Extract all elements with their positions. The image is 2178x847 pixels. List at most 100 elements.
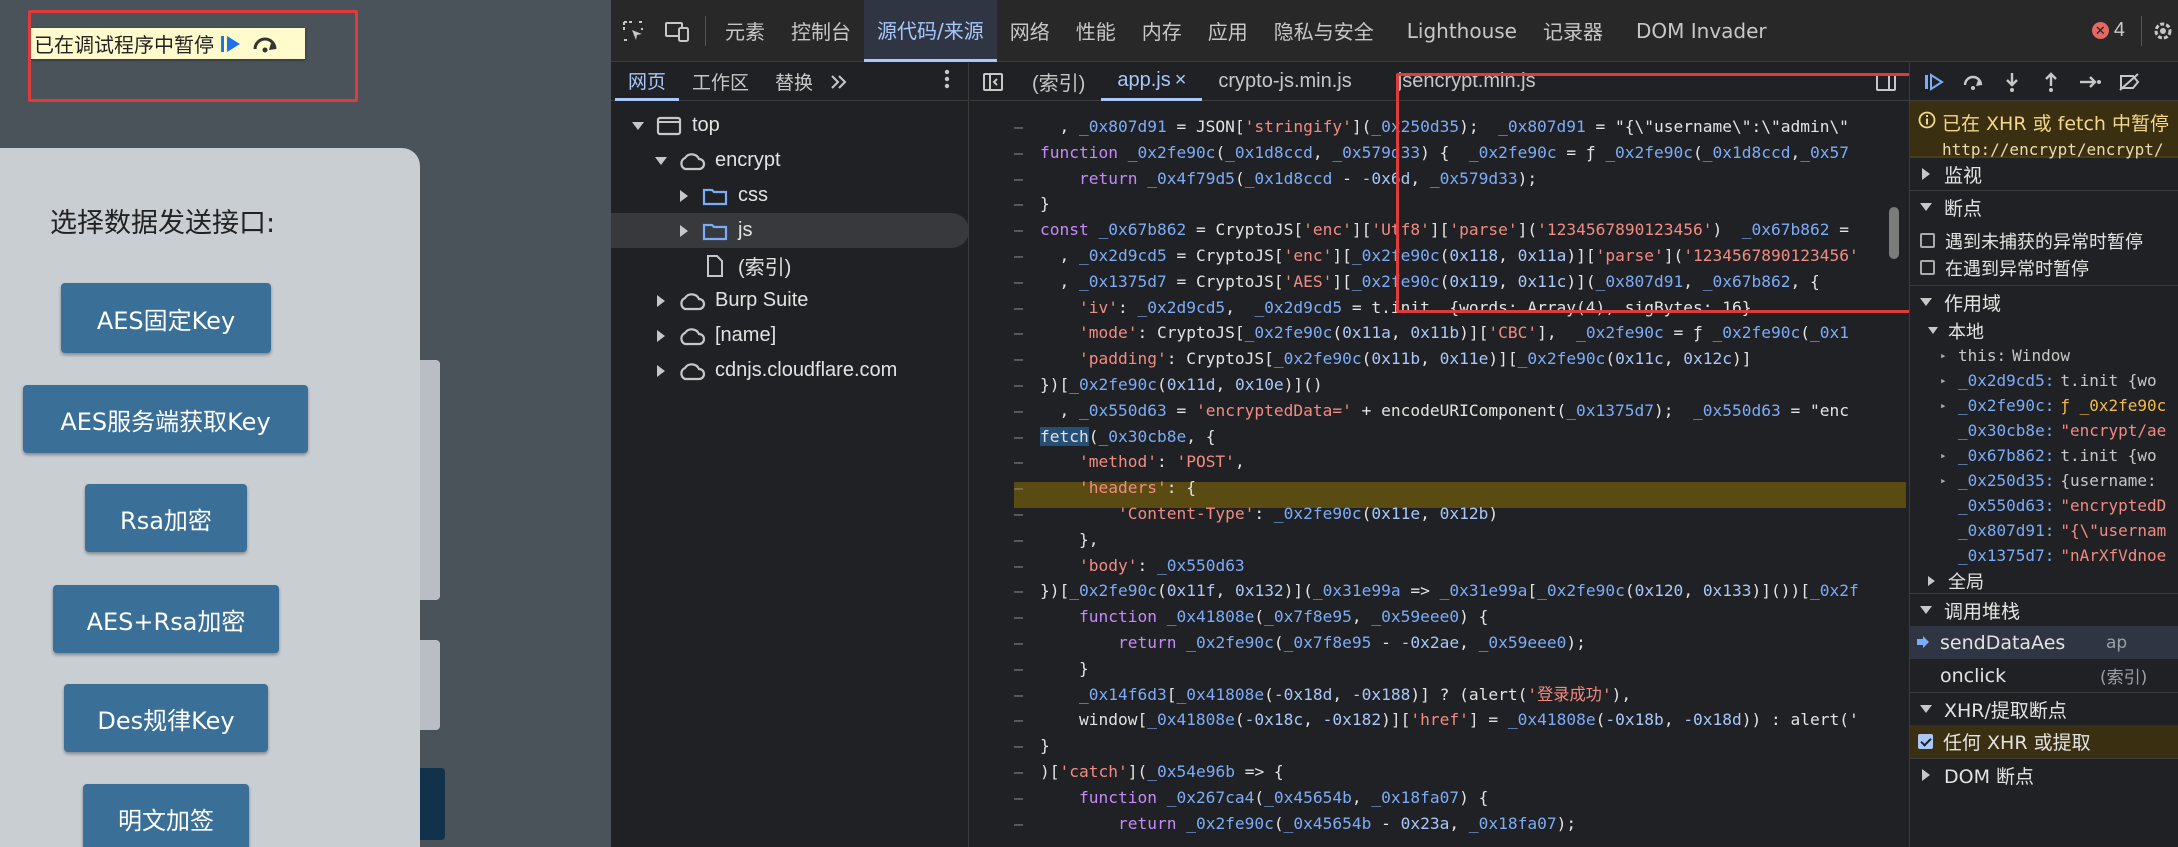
code-line[interactable]: function _0x41808e(_0x7f8e95, _0x59eee0)…: [1040, 604, 1900, 630]
code-line[interactable]: _0x14f6d3[_0x41808e(-0x18d, -0x188)] ? (…: [1040, 682, 1900, 708]
line-marker[interactable]: –: [1014, 505, 1023, 523]
gear-icon[interactable]: [2148, 0, 2178, 62]
line-marker[interactable]: –: [1014, 789, 1023, 807]
line-marker[interactable]: –: [1014, 608, 1023, 626]
line-marker[interactable]: –: [1014, 195, 1023, 213]
pause-caught-checkbox[interactable]: 在遇到异常时暂停: [1910, 254, 2178, 281]
code-line[interactable]: 'padding': CryptoJS[_0x2fe90c(0x11b, 0x1…: [1040, 346, 1900, 372]
scope-variable[interactable]: ▸ _0x2fe90c: ƒ _0x2fe90c: [1910, 393, 2178, 418]
tab-privacy-security[interactable]: 隐私与安全: [1261, 0, 1387, 62]
line-marker[interactable]: –: [1014, 428, 1023, 446]
scope-variable[interactable]: ▸ this: Window: [1910, 343, 2178, 368]
tree-item-top[interactable]: top: [611, 108, 969, 143]
tab-elements[interactable]: 元素: [712, 0, 778, 62]
line-marker[interactable]: –: [1014, 686, 1023, 704]
scope-global[interactable]: 全局: [1910, 568, 2178, 593]
editor-tab-app-js[interactable]: app.js ×: [1101, 63, 1203, 101]
code-line[interactable]: )['catch'](_0x54e96b => {: [1040, 759, 1900, 785]
scope-local[interactable]: 本地: [1910, 318, 2178, 343]
call-frame[interactable]: onclick (索引): [1910, 659, 2178, 692]
step-into-icon[interactable]: [1992, 63, 2031, 101]
scope-variable[interactable]: _0x550d63: "encryptedD: [1910, 493, 2178, 518]
error-count-badge[interactable]: ✕ 4: [2082, 19, 2135, 42]
tree-item-js[interactable]: js: [611, 213, 969, 248]
editor-tab-crypto-js[interactable]: crypto-js.min.js: [1202, 63, 1367, 101]
code-line[interactable]: 'mode': CryptoJS[_0x2fe90c(0x11a, 0x11b)…: [1040, 320, 1900, 346]
deactivate-breakpoints-icon[interactable]: [2109, 63, 2148, 101]
code-line[interactable]: }: [1040, 656, 1900, 682]
line-marker[interactable]: –: [1014, 531, 1023, 549]
tab-workspace[interactable]: 工作区: [679, 63, 762, 101]
code-line[interactable]: })[_0x2fe90c(0x11d, 0x10e)](): [1040, 372, 1900, 398]
section-call-stack[interactable]: 调用堆栈: [1910, 593, 2178, 626]
code-line[interactable]: fetch(_0x30cb8e, {: [1040, 424, 1900, 450]
close-icon[interactable]: ×: [1175, 69, 1187, 92]
scope-variable[interactable]: ▸ _0x250d35: {username:: [1910, 468, 2178, 493]
scope-variable[interactable]: _0x807d91: "{\"usernam: [1910, 518, 2178, 543]
checkbox-box[interactable]: [1918, 734, 1933, 749]
line-marker[interactable]: –: [1014, 324, 1023, 342]
line-marker[interactable]: –: [1014, 737, 1023, 755]
scope-variable[interactable]: _0x30cb8e: "encrypt/ae: [1910, 418, 2178, 443]
section-breakpoints[interactable]: 断点: [1910, 190, 2178, 223]
aes-rsa-encrypt-button[interactable]: AES+Rsa加密: [53, 585, 279, 653]
tab-console[interactable]: 控制台: [778, 0, 864, 62]
call-frame[interactable]: sendDataAes ap: [1910, 626, 2178, 659]
line-marker[interactable]: –: [1014, 815, 1023, 833]
toggle-navigator-icon[interactable]: [970, 63, 1016, 101]
code-line[interactable]: })[_0x2fe90c(0x11f, 0x132)](_0x31e99a =>…: [1040, 578, 1900, 604]
step-icon[interactable]: [2070, 63, 2109, 101]
code-line[interactable]: }: [1040, 733, 1900, 759]
line-marker[interactable]: –: [1014, 144, 1023, 162]
step-over-icon[interactable]: [1953, 63, 1992, 101]
resume-icon[interactable]: [1914, 63, 1953, 101]
pause-uncaught-checkbox[interactable]: 遇到未捕获的异常时暂停: [1910, 227, 2178, 254]
device-toolbar-icon[interactable]: [655, 0, 699, 62]
code-line[interactable]: return _0x2fe90c(_0x7f8e95 - -0x2ae, _0x…: [1040, 630, 1900, 656]
tree-item-name[interactable]: [name]: [611, 318, 969, 353]
tab-page[interactable]: 网页: [615, 63, 680, 101]
line-marker[interactable]: –: [1014, 273, 1023, 291]
code-line[interactable]: 'body': _0x550d63: [1040, 553, 1900, 579]
line-marker[interactable]: –: [1014, 634, 1023, 652]
inspect-element-icon[interactable]: [611, 0, 655, 62]
scope-variable[interactable]: _0x1375d7: "nArXfVdnoe: [1910, 543, 2178, 568]
line-marker[interactable]: –: [1014, 763, 1023, 781]
line-marker[interactable]: –: [1014, 711, 1023, 729]
line-marker[interactable]: –: [1014, 660, 1023, 678]
tree-item-index[interactable]: (索引): [611, 248, 969, 283]
line-marker[interactable]: –: [1014, 350, 1023, 368]
rsa-encrypt-button[interactable]: Rsa加密: [85, 484, 247, 552]
tab-overrides[interactable]: 替换: [762, 63, 826, 101]
section-watch[interactable]: 监视: [1910, 157, 2178, 190]
scope-variable[interactable]: ▸ _0x2d9cd5: t.init {wo: [1910, 368, 2178, 393]
tab-network[interactable]: 网络: [997, 0, 1063, 62]
tab-dom-invader[interactable]: DOM Invader: [1616, 0, 1780, 62]
code-line[interactable]: return _0x2fe90c(_0x45654b - 0x23a, _0x1…: [1040, 811, 1900, 837]
tab-application[interactable]: 应用: [1195, 0, 1261, 62]
code-line[interactable]: 'headers': {: [1040, 475, 1900, 501]
tree-item-burp-suite[interactable]: Burp Suite: [611, 283, 969, 318]
aes-server-key-button[interactable]: AES服务端获取Key: [23, 385, 308, 453]
tab-lighthouse[interactable]: Lighthouse: [1387, 0, 1530, 62]
more-tabs-icon[interactable]: [826, 63, 852, 101]
line-marker[interactable]: –: [1014, 402, 1023, 420]
tree-item-encrypt[interactable]: encrypt: [611, 143, 969, 178]
tab-recorder[interactable]: 记录器: [1530, 0, 1616, 62]
line-marker[interactable]: –: [1014, 118, 1023, 136]
section-xhr-breakpoints[interactable]: XHR/提取断点: [1910, 692, 2178, 725]
code-line[interactable]: 'method': 'POST',: [1040, 449, 1900, 475]
line-marker[interactable]: –: [1014, 582, 1023, 600]
checkbox-box[interactable]: [1920, 260, 1935, 275]
line-marker[interactable]: –: [1014, 221, 1023, 239]
plaintext-sign-button[interactable]: 明文加签: [83, 784, 249, 847]
section-scope[interactable]: 作用域: [1910, 285, 2178, 318]
line-marker[interactable]: –: [1014, 299, 1023, 317]
any-xhr-checkbox[interactable]: 任何 XHR 或提取: [1910, 725, 2178, 758]
code-line[interactable]: 'Content-Type': _0x2fe90c(0x11e, 0x12b): [1040, 501, 1900, 527]
line-marker[interactable]: –: [1014, 170, 1023, 188]
section-dom-breakpoints[interactable]: DOM 断点: [1910, 758, 2178, 791]
line-marker[interactable]: –: [1014, 453, 1023, 471]
more-options-icon[interactable]: [944, 69, 950, 94]
scope-variable[interactable]: ▸ _0x67b862: t.init {wo: [1910, 443, 2178, 468]
